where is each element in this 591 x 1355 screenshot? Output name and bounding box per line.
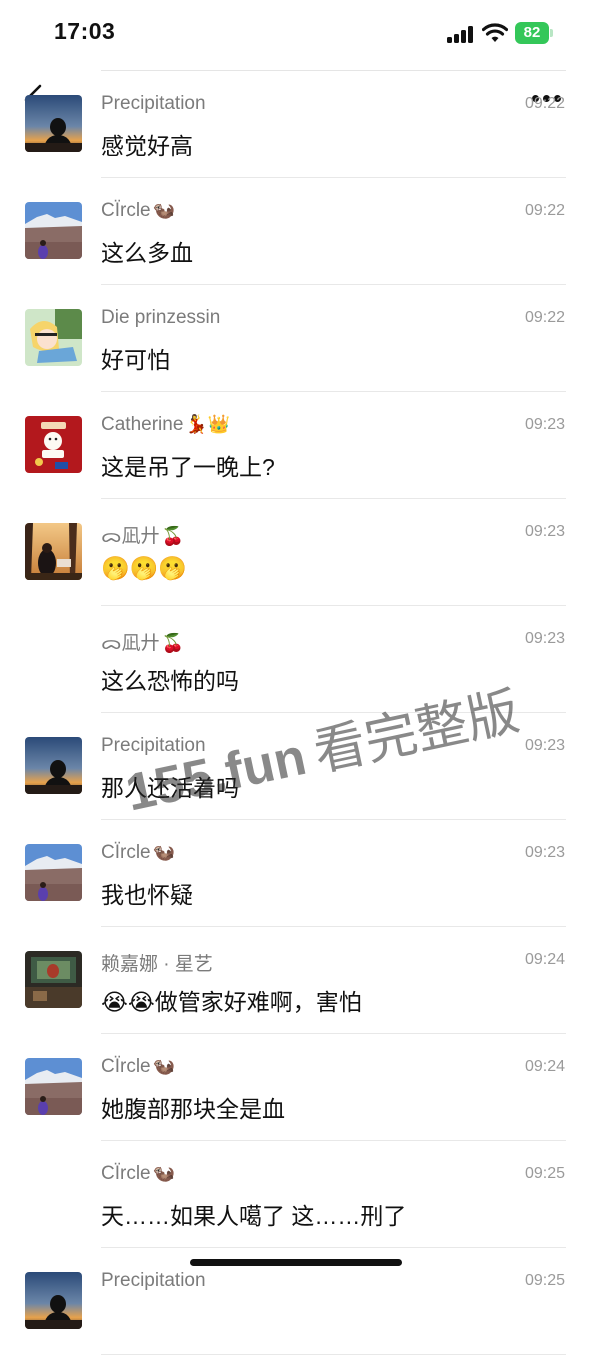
avatar[interactable]	[25, 1058, 82, 1115]
message-time: 09:24	[524, 951, 565, 968]
sender-name[interactable]: CÏrcle 🦦	[101, 842, 175, 864]
sender-name[interactable]: CÏrcle 🦦	[101, 1163, 175, 1185]
sender-emoji: 🦦	[152, 200, 176, 220]
message-text[interactable]: 感觉好高	[101, 127, 193, 161]
sender-name-text: Precipitation	[101, 1270, 206, 1291]
sender-name-text: CÏrcle	[101, 842, 151, 863]
message-time: 09:22	[524, 95, 565, 112]
avatar[interactable]	[25, 844, 82, 901]
status-time: 17:03	[54, 18, 116, 44]
message-item[interactable]: CÏrcle 🦦 09:23 我也怀疑	[0, 820, 591, 927]
message-time: 09:25	[524, 1272, 565, 1289]
sender-name[interactable]: CÏrcle 🦦	[101, 1056, 175, 1078]
sender-name-text: CÏrcle	[101, 1163, 151, 1184]
sender-name-text: Catherine	[101, 414, 184, 435]
message-time: 09:23	[524, 844, 565, 861]
message-text[interactable]: 这么多血	[101, 234, 193, 268]
message-text[interactable]: 她腹部那块全是血	[101, 1090, 285, 1124]
message-item[interactable]: CÏrcle 🦦 09:24 她腹部那块全是血	[0, 1034, 591, 1141]
wifi-icon	[482, 23, 508, 42]
message-text[interactable]: 这是吊了一晚上?	[101, 448, 275, 482]
message-item[interactable]: CÏrcle 🦦 09:22 这么多血	[0, 178, 591, 285]
message-time: 09:23	[524, 630, 565, 647]
sender-name-text: CÏrcle	[101, 200, 151, 221]
message-item[interactable]: 赖嘉娜 · 星艺 09:24 😭😭做管家好难啊，害怕	[0, 927, 591, 1034]
sender-emoji: 🍒	[161, 526, 184, 546]
message-text[interactable]: 🫢🫢🫢	[101, 555, 187, 582]
avatar[interactable]	[25, 523, 82, 580]
sender-name[interactable]: CÏrcle 🦦	[101, 200, 175, 222]
avatar[interactable]	[25, 1272, 82, 1329]
sender-name[interactable]: Precipitation	[101, 1270, 206, 1292]
avatar[interactable]	[25, 737, 82, 794]
battery-cap	[550, 29, 553, 37]
signal-icon	[447, 26, 475, 43]
message-time: 09:23	[524, 416, 565, 433]
sender-name[interactable]: Catherine 💃👑	[101, 414, 230, 436]
message-time: 09:22	[524, 202, 565, 219]
avatar[interactable]	[25, 951, 82, 1008]
message-item[interactable]: CÏrcle 🦦 09:25 天……如果人噶了 这……刑了	[0, 1141, 591, 1248]
sender-name-text: 赖嘉娜 · 星艺	[101, 954, 213, 975]
sender-emoji: 🍒	[161, 633, 184, 653]
sender-name[interactable]: ᯅ凪廾 🍒	[101, 628, 184, 655]
message-time: 09:23	[524, 737, 565, 754]
sender-name-text: ᯅ凪廾	[101, 633, 160, 654]
avatar[interactable]	[25, 416, 82, 473]
message-item[interactable]: Precipitation 09:22 感觉好高	[0, 71, 591, 178]
avatar[interactable]	[25, 202, 82, 259]
message-time: 09:25	[524, 1165, 565, 1182]
message-text[interactable]: 好可怕	[101, 341, 170, 375]
battery-indicator: 82	[515, 22, 549, 44]
avatar[interactable]	[25, 309, 82, 366]
home-indicator[interactable]	[190, 1259, 402, 1266]
message-text[interactable]: 😭😭做管家好难啊，害怕	[101, 983, 362, 1017]
sender-name[interactable]: Die prinzessin	[101, 307, 220, 329]
sender-emoji: 🦦	[152, 1163, 176, 1183]
sender-name-text: Precipitation	[101, 93, 206, 114]
sender-name[interactable]: 赖嘉娜 · 星艺	[101, 949, 213, 976]
message-time: 09:24	[524, 1058, 565, 1075]
sender-emoji: 💃👑	[185, 414, 231, 434]
avatar[interactable]	[25, 95, 82, 152]
message-time: 09:23	[524, 523, 565, 540]
sender-emoji: 🦦	[152, 1056, 176, 1076]
message-text[interactable]: 天……如果人噶了 这……刑了	[101, 1197, 406, 1231]
sender-name-text: CÏrcle	[101, 1056, 151, 1077]
sender-name[interactable]: ᯅ凪廾 🍒	[101, 521, 184, 548]
sender-name-text: ᯅ凪廾	[101, 526, 160, 547]
message-time: 09:22	[524, 309, 565, 326]
message-item[interactable]: Die prinzessin 09:22 好可怕	[0, 285, 591, 392]
sender-emoji: 🦦	[152, 842, 176, 862]
status-bar: 17:03 82	[0, 0, 591, 66]
message-item[interactable]: ᯅ凪廾 🍒 09:23 🫢🫢🫢	[0, 499, 591, 606]
message-text[interactable]: 我也怀疑	[101, 876, 193, 910]
sender-name[interactable]: Precipitation	[101, 93, 206, 115]
message-item[interactable]: Catherine 💃👑 09:23 这是吊了一晚上?	[0, 392, 591, 499]
sender-name-text: Die prinzessin	[101, 307, 221, 328]
message-text[interactable]: 这么恐怖的吗	[101, 662, 239, 696]
